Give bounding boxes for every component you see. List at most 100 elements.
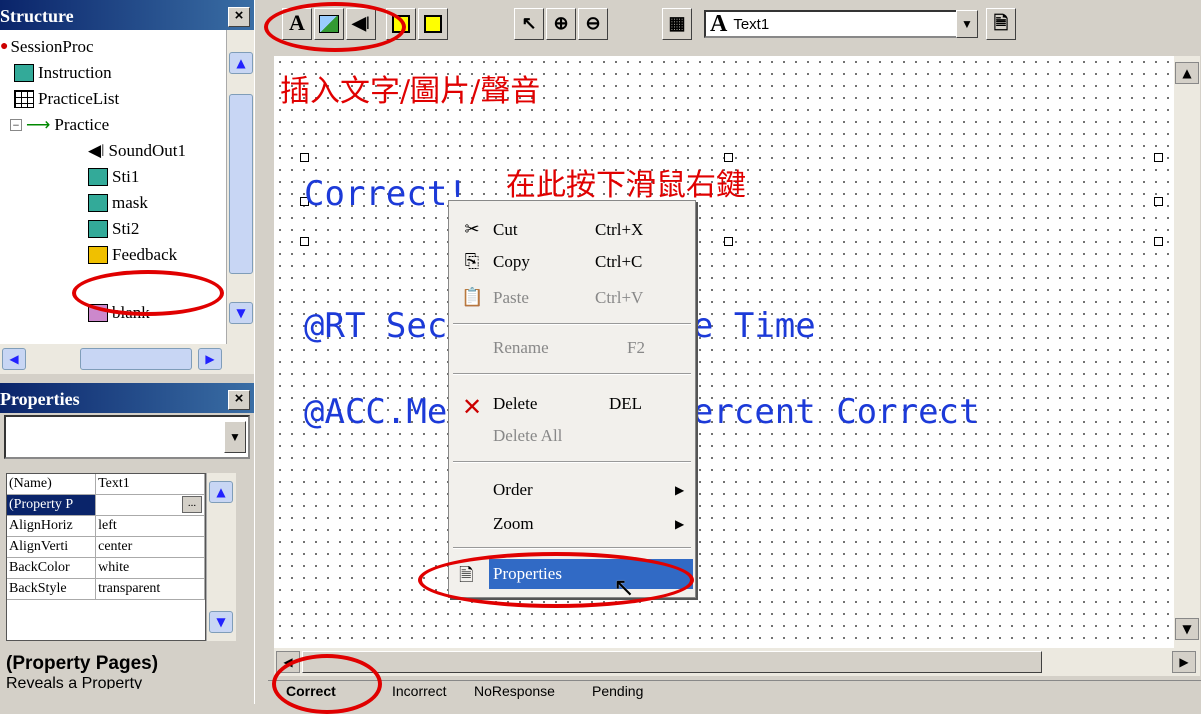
resize-handle[interactable] [300, 237, 309, 246]
scissors-icon: ✂ [464, 219, 480, 239]
toolbar: A ◀ǀ ↖ ⊕ ⊖ ▦ A Text1 ▼ 🗎 [268, 0, 1201, 48]
canvas-hscrollbar[interactable]: ◀ ▶ [274, 648, 1200, 676]
tree-node-sti1[interactable]: Sti1 [88, 164, 139, 190]
scroll-left-icon[interactable]: ◀ [2, 348, 26, 370]
properties-button[interactable]: 🗎 [986, 8, 1016, 40]
zoom-out-button[interactable]: ⊖ [578, 8, 608, 40]
slide-state-tabs: Correct Incorrect NoResponse Pending [268, 680, 1201, 704]
canvas-vscrollbar[interactable]: ▲ ▼ [1174, 56, 1200, 648]
menu-label: Zoom [493, 514, 534, 533]
tab-noresponse[interactable]: NoResponse [474, 683, 555, 699]
resize-handle[interactable] [1154, 237, 1163, 246]
close-icon[interactable]: × [228, 389, 250, 410]
tree-node-mask[interactable]: mask [88, 190, 148, 216]
scroll-up-icon[interactable]: ▲ [209, 481, 233, 503]
menu-item-delete[interactable]: ✕ Delete DEL [449, 389, 695, 421]
property-value[interactable]: ... [96, 495, 205, 515]
property-description: (Property Pages) Reveals a Property [6, 653, 252, 689]
menu-item-copy[interactable]: ⎘ Copy Ctrl+C [449, 247, 695, 277]
property-row[interactable]: (Property P... [7, 495, 205, 516]
slide-canvas[interactable]: 插入文字/圖片/聲音 Correct! 在此按下滑鼠右鍵 @RT Seconds… [274, 56, 1174, 648]
scroll-down-icon[interactable]: ▼ [1175, 618, 1199, 640]
tree-node-instruction[interactable]: Instruction [14, 60, 112, 86]
resize-handle[interactable] [300, 153, 309, 162]
ellipsis-button[interactable]: ... [182, 496, 202, 513]
scroll-right-icon[interactable]: ▶ [1172, 651, 1196, 673]
tree-label: SoundOut1 [108, 141, 186, 160]
property-value[interactable]: Text1 [96, 474, 205, 494]
menu-label: Delete [493, 394, 538, 413]
zoom-out-icon: ⊖ [585, 13, 601, 33]
object-combo[interactable]: A Text1 [704, 10, 972, 38]
procedure-icon: ⟶ [26, 115, 51, 134]
scroll-up-icon[interactable]: ▲ [1175, 62, 1199, 84]
property-value[interactable]: white [96, 558, 205, 578]
property-row[interactable]: BackColor white [7, 558, 205, 579]
chevron-down-icon[interactable]: ▼ [956, 10, 978, 38]
collapse-icon[interactable]: − [10, 119, 22, 131]
menu-item-paste[interactable]: 📋 Paste Ctrl+V [449, 283, 695, 313]
textdisplay-icon [88, 194, 108, 212]
property-value[interactable]: center [96, 537, 205, 557]
object-select[interactable]: ▼ [4, 415, 250, 459]
scroll-thumb[interactable] [80, 348, 192, 370]
menu-separator [453, 323, 691, 325]
text-correct[interactable]: Correct! [304, 174, 468, 214]
context-menu: ✂ Cut Ctrl+X ⎘ Copy Ctrl+C 📋 Paste Ctrl+V Rena… [448, 200, 696, 602]
select-button[interactable]: ↖ [514, 8, 544, 40]
send-backward-button[interactable] [418, 8, 448, 40]
tree-node-sessionproc[interactable]: ● SessionProc [0, 34, 94, 60]
propgrid-vscrollbar[interactable]: ▲ ▼ [206, 473, 236, 641]
grid-button[interactable]: ▦ [662, 8, 692, 40]
resize-handle[interactable] [1154, 153, 1163, 162]
property-row[interactable]: (Name) Text1 [7, 474, 205, 495]
property-row[interactable]: AlignVerti center [7, 537, 205, 558]
scroll-down-icon[interactable]: ▼ [209, 611, 233, 633]
tree-label: mask [112, 193, 148, 212]
menu-label: Order [493, 480, 533, 499]
menu-shortcut: Ctrl+X [595, 220, 644, 239]
tree-node-sti2[interactable]: Sti2 [88, 216, 139, 242]
tree-node-practicelist[interactable]: PracticeList [14, 86, 119, 112]
zoom-in-button[interactable]: ⊕ [546, 8, 576, 40]
scroll-up-icon[interactable]: ▲ [229, 52, 253, 74]
tree-hscrollbar[interactable]: ◀ ▶ [0, 344, 254, 374]
menu-item-delete-all[interactable]: Delete All [449, 421, 695, 451]
tree-label: Sti1 [112, 167, 140, 186]
property-row[interactable]: AlignHoriz left [7, 516, 205, 537]
property-value[interactable]: transparent [96, 579, 205, 599]
menu-shortcut: F2 [627, 338, 645, 357]
menu-item-cut[interactable]: ✂ Cut Ctrl+X [449, 215, 695, 245]
panel-splitter[interactable] [254, 0, 268, 704]
properties-icon: 🗎 [993, 13, 1009, 33]
feedback-icon [88, 246, 108, 264]
property-row[interactable]: BackStyle transparent [7, 579, 205, 600]
tree-label: SessionProc [10, 37, 94, 56]
property-grid[interactable]: (Name) Text1 (Property P... AlignHoriz lef… [6, 473, 206, 641]
tab-pending[interactable]: Pending [592, 683, 643, 699]
session-icon: ● [0, 39, 9, 54]
close-icon[interactable]: × [228, 6, 250, 27]
menu-item-rename[interactable]: Rename F2 [449, 333, 695, 363]
menu-item-order[interactable]: Order ▶ [449, 475, 695, 505]
tab-incorrect[interactable]: Incorrect [392, 683, 446, 699]
scroll-down-icon[interactable]: ▼ [229, 302, 253, 324]
description-title: (Property Pages) [6, 653, 159, 674]
highlight-oval-feedback [72, 270, 224, 316]
resize-handle[interactable] [1154, 197, 1163, 206]
tree-node-practice[interactable]: − ⟶ Practice [10, 112, 109, 138]
chevron-down-icon[interactable]: ▼ [224, 421, 246, 453]
tree-node-feedback[interactable]: Feedback [88, 242, 177, 268]
scroll-thumb[interactable] [302, 651, 1042, 673]
properties-title: Properties [0, 389, 80, 409]
property-value[interactable]: left [96, 516, 205, 536]
scroll-thumb[interactable] [229, 94, 253, 274]
tree-node-soundout1[interactable]: ◀ǀ SoundOut1 [88, 138, 186, 164]
menu-item-zoom[interactable]: Zoom ▶ [449, 509, 695, 539]
tree-label: Sti2 [112, 219, 140, 238]
scroll-right-icon[interactable]: ▶ [198, 348, 222, 370]
delete-x-icon: ✕ [461, 395, 483, 421]
resize-handle[interactable] [724, 237, 733, 246]
tree-vscrollbar[interactable]: ▲ ▼ [226, 30, 254, 344]
menu-shortcut: Ctrl+C [595, 252, 643, 271]
